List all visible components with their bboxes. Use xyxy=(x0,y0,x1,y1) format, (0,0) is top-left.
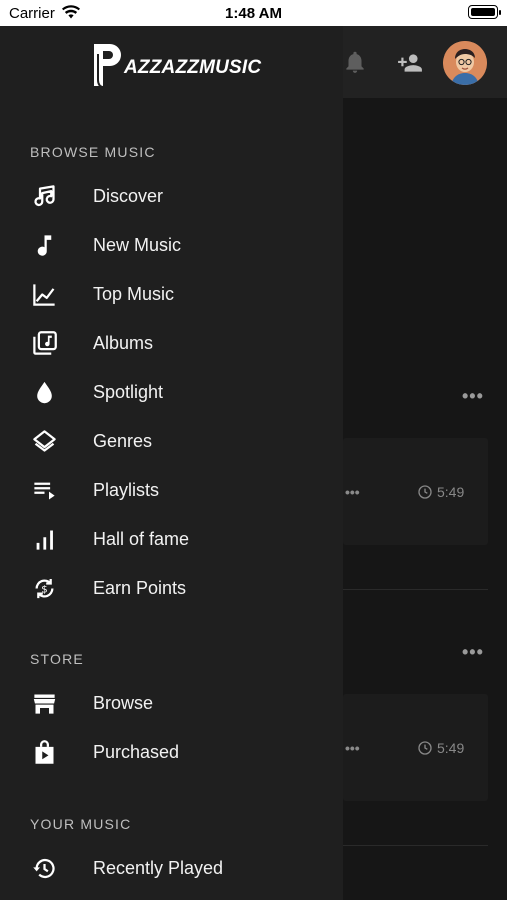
nav-item-recently-played[interactable]: Recently Played xyxy=(0,846,343,890)
layers-icon xyxy=(31,428,58,455)
bell-icon[interactable] xyxy=(342,48,368,81)
track-duration: 5:49 xyxy=(437,740,465,756)
more-options-icon[interactable]: ••• xyxy=(462,642,484,663)
track-card[interactable]: ••• 5:49 xyxy=(343,694,488,801)
track-duration: 5:49 xyxy=(437,484,465,500)
library-music-icon xyxy=(31,330,58,357)
nav-item-genres[interactable]: Genres xyxy=(0,419,343,463)
add-user-icon[interactable] xyxy=(395,50,425,81)
section-browse-music: BROWSE MUSIC xyxy=(30,144,156,160)
history-icon xyxy=(31,855,58,882)
logo-text: AZZAZZMUSIC xyxy=(124,57,262,78)
music-notes-icon xyxy=(31,183,58,210)
nav-label: Albums xyxy=(93,333,154,353)
track-menu-icon[interactable]: ••• xyxy=(345,740,360,756)
nav-label: Genres xyxy=(93,431,153,451)
status-bar: Carrier 1:48 AM xyxy=(0,0,507,26)
nav-item-browse[interactable]: Browse xyxy=(0,681,343,725)
shopping-bag-icon xyxy=(31,739,58,766)
nav-label: Recently Played xyxy=(93,858,224,878)
nav-label: Hall of fame xyxy=(93,529,190,549)
avatar[interactable] xyxy=(443,41,487,85)
nav-item-top-music[interactable]: Top Music xyxy=(0,272,343,316)
nav-item-spotlight[interactable]: Spotlight xyxy=(0,370,343,414)
nav-label: Discover xyxy=(93,186,164,206)
battery-icon xyxy=(468,5,501,19)
more-options-icon[interactable]: ••• xyxy=(462,386,484,407)
nav-label: New Music xyxy=(93,235,182,255)
line-chart-icon xyxy=(31,281,58,308)
nav-label: Browse xyxy=(93,693,154,713)
drop-icon xyxy=(31,379,58,406)
nav-label: Spotlight xyxy=(93,382,164,402)
clock-icon xyxy=(418,741,432,755)
divider xyxy=(343,589,488,590)
navigation-drawer: AZZAZZMUSIC BROWSE MUSIC Discover New Mu… xyxy=(0,26,343,900)
nav-item-discover[interactable]: Discover xyxy=(0,174,343,218)
nav-item-new-music[interactable]: New Music xyxy=(0,223,343,267)
nav-item-purchased[interactable]: Purchased xyxy=(0,730,343,774)
clock-icon xyxy=(418,485,432,499)
nav-label: Top Music xyxy=(93,284,175,304)
storefront-icon xyxy=(31,690,58,717)
nav-label: Playlists xyxy=(93,480,160,500)
clock: 1:48 AM xyxy=(225,5,282,22)
section-your-music: YOUR MUSIC xyxy=(30,816,132,832)
currency-exchange-icon: $ xyxy=(31,575,58,602)
svg-text:$: $ xyxy=(41,584,47,595)
logo-mark xyxy=(92,42,124,89)
music-note-icon xyxy=(31,232,58,259)
nav-item-playlists[interactable]: Playlists xyxy=(0,468,343,512)
bar-chart-icon xyxy=(31,526,58,553)
playlist-play-icon xyxy=(31,477,58,504)
brand-logo[interactable]: AZZAZZMUSIC xyxy=(92,42,262,89)
nav-item-albums[interactable]: Albums xyxy=(0,321,343,365)
nav-label: Purchased xyxy=(93,742,180,762)
track-card[interactable]: ••• 5:49 xyxy=(343,438,488,545)
nav-label: Earn Points xyxy=(93,578,187,598)
nav-item-earn-points[interactable]: $ Earn Points xyxy=(0,566,343,610)
section-store: STORE xyxy=(30,651,84,667)
track-menu-icon[interactable]: ••• xyxy=(345,484,360,500)
divider xyxy=(343,845,488,846)
nav-item-hall-of-fame[interactable]: Hall of fame xyxy=(0,517,343,561)
